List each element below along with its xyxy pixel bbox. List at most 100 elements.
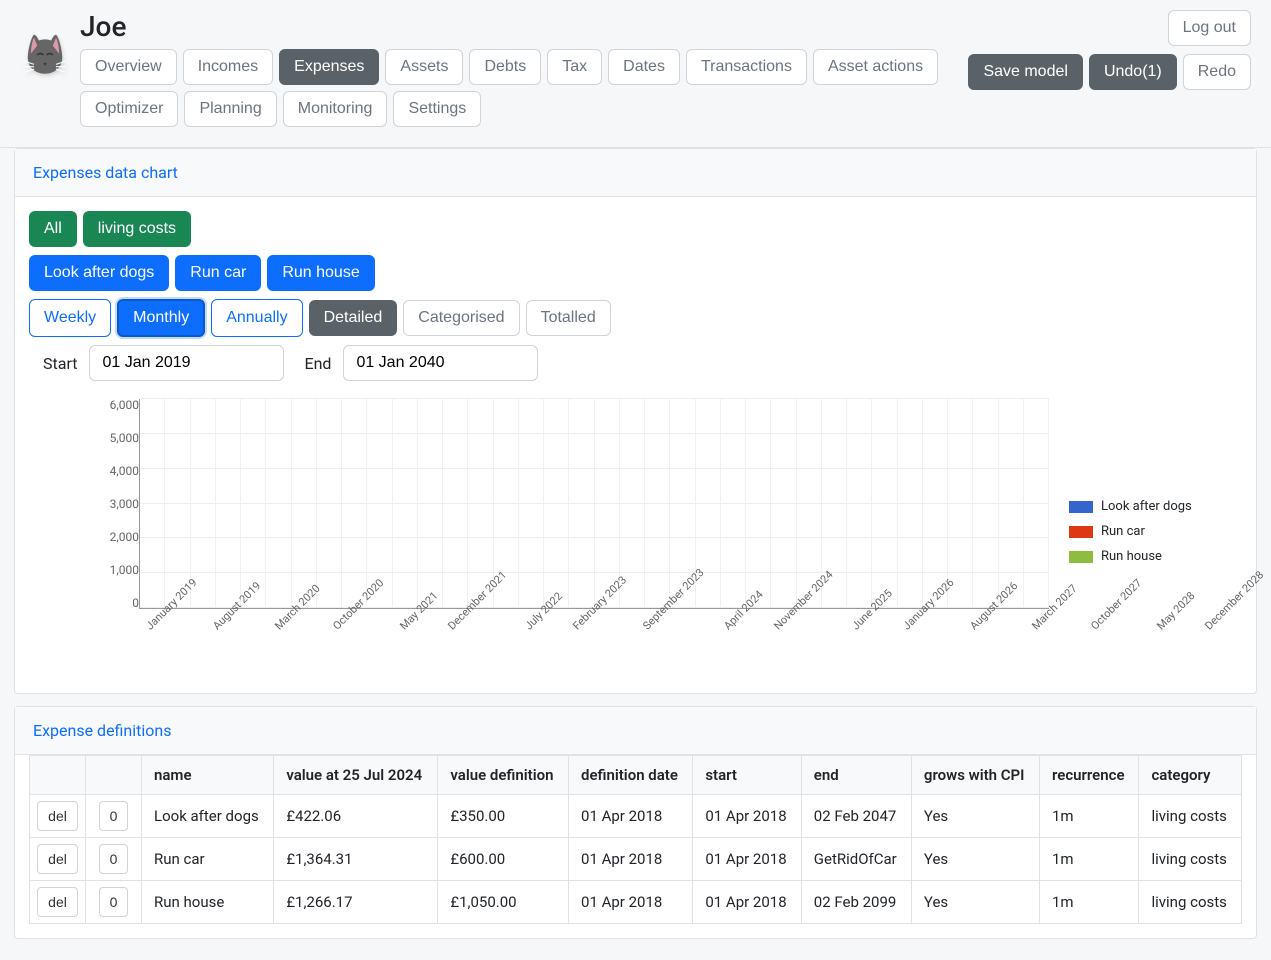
granularity-weekly[interactable]: Weekly bbox=[29, 299, 111, 337]
table-header-cell: end bbox=[801, 756, 911, 795]
table-cell-start: 01 Apr 2018 bbox=[693, 795, 801, 838]
filter-living-costs[interactable]: living costs bbox=[83, 211, 191, 247]
view-categorised[interactable]: Categorised bbox=[403, 300, 519, 336]
definitions-panel-title-link[interactable]: Expense definitions bbox=[33, 721, 172, 740]
table-cell-valdef: £600.00 bbox=[438, 838, 569, 881]
table-cell-name: Run car bbox=[142, 838, 274, 881]
nav-asset-actions[interactable]: Asset actions bbox=[813, 49, 938, 85]
delete-button[interactable]: del bbox=[37, 844, 78, 874]
nav-settings[interactable]: Settings bbox=[393, 91, 481, 127]
table-cell-valdef: £350.00 bbox=[438, 795, 569, 838]
table-header-cell: definition date bbox=[569, 756, 693, 795]
nav-expenses[interactable]: Expenses bbox=[279, 49, 379, 85]
legend: Look after dogs Run car Run house bbox=[1049, 399, 1192, 609]
series-filter-look-after-dogs[interactable]: Look after dogs bbox=[29, 255, 169, 291]
filter-all[interactable]: All bbox=[29, 211, 77, 247]
chart-panel-header: Expenses data chart bbox=[15, 149, 1256, 197]
plot-area bbox=[139, 399, 1049, 609]
table-cell-value: £1,266.17 bbox=[274, 881, 438, 924]
table-cell-defdate: 01 Apr 2018 bbox=[569, 881, 693, 924]
granularity-view-row: WeeklyMonthlyAnnually DetailedCategorise… bbox=[29, 299, 1242, 337]
table-cell-rec: 1m bbox=[1040, 881, 1139, 924]
table-cell-start: 01 Apr 2018 bbox=[693, 881, 801, 924]
zero-button[interactable]: 0 bbox=[99, 801, 129, 831]
legend-item: Run car bbox=[1069, 524, 1192, 539]
nav-optimizer[interactable]: Optimizer bbox=[80, 91, 178, 127]
y-tick: 1,000 bbox=[110, 564, 139, 576]
redo-button[interactable]: Redo bbox=[1183, 54, 1251, 90]
granularity-monthly[interactable]: Monthly bbox=[117, 299, 205, 337]
logout-button[interactable]: Log out bbox=[1168, 10, 1251, 46]
table-cell-cpi: Yes bbox=[911, 795, 1039, 838]
y-tick: 3,000 bbox=[110, 498, 139, 510]
nav-debts[interactable]: Debts bbox=[469, 49, 541, 85]
legend-label: Run car bbox=[1101, 524, 1145, 539]
table-cell-valdef: £1,050.00 bbox=[438, 881, 569, 924]
definitions-table-wrap: namevalue at 25 Jul 2024value definition… bbox=[15, 755, 1256, 938]
nav-incomes[interactable]: Incomes bbox=[183, 49, 273, 85]
table-cell-defdate: 01 Apr 2018 bbox=[569, 838, 693, 881]
table-cell-cat: living costs bbox=[1139, 795, 1242, 838]
y-tick: 0 bbox=[132, 597, 139, 609]
definitions-table: namevalue at 25 Jul 2024value definition… bbox=[29, 755, 1242, 924]
granularity-annually[interactable]: Annually bbox=[211, 299, 302, 337]
save-model-button[interactable]: Save model bbox=[968, 54, 1083, 90]
table-row: del0Run car£1,364.31£600.0001 Apr 201801… bbox=[30, 838, 1242, 881]
table-cell-rec: 1m bbox=[1040, 795, 1139, 838]
chart-panel-title-link[interactable]: Expenses data chart bbox=[33, 163, 178, 182]
table-cell-end: 02 Feb 2047 bbox=[801, 795, 911, 838]
table-cell-defdate: 01 Apr 2018 bbox=[569, 795, 693, 838]
y-tick: 5,000 bbox=[110, 432, 139, 444]
nav-monitoring[interactable]: Monitoring bbox=[283, 91, 388, 127]
legend-label: Look after dogs bbox=[1101, 499, 1192, 514]
start-label: Start bbox=[43, 354, 77, 373]
definitions-panel: Expense definitions namevalue at 25 Jul … bbox=[14, 706, 1257, 939]
definitions-panel-header: Expense definitions bbox=[15, 707, 1256, 755]
topbar: Joe OverviewIncomesExpensesAssetsDebtsTa… bbox=[0, 0, 1271, 148]
end-date-input[interactable] bbox=[343, 345, 538, 381]
zero-button[interactable]: 0 bbox=[99, 844, 129, 874]
table-cell-name: Look after dogs bbox=[142, 795, 274, 838]
zero-button[interactable]: 0 bbox=[99, 887, 129, 917]
app-title: Joe bbox=[80, 10, 958, 43]
app-logo bbox=[20, 30, 70, 80]
title-and-nav: Joe OverviewIncomesExpensesAssetsDebtsTa… bbox=[80, 10, 958, 133]
table-cell-value: £422.06 bbox=[274, 795, 438, 838]
table-header-cell: recurrence bbox=[1040, 756, 1139, 795]
category-filter-row: All living costs bbox=[29, 211, 1242, 247]
table-cell-name: Run house bbox=[142, 881, 274, 924]
nav-assets[interactable]: Assets bbox=[385, 49, 463, 85]
start-date-input[interactable] bbox=[89, 345, 284, 381]
date-range-row: Start End bbox=[29, 345, 1242, 381]
series-filter-run-house[interactable]: Run house bbox=[267, 255, 374, 291]
y-axis: 6,0005,0004,0003,0002,0001,0000 bbox=[89, 399, 139, 609]
view-detailed[interactable]: Detailed bbox=[309, 300, 398, 336]
table-header-cell: name bbox=[142, 756, 274, 795]
table-cell-end: 02 Feb 2099 bbox=[801, 881, 911, 924]
view-totalled[interactable]: Totalled bbox=[526, 300, 611, 336]
legend-label: Run house bbox=[1101, 549, 1162, 564]
undo-button[interactable]: Undo(1) bbox=[1089, 54, 1177, 90]
nav-tax[interactable]: Tax bbox=[547, 49, 602, 85]
nav-planning[interactable]: Planning bbox=[184, 91, 276, 127]
legend-item: Run house bbox=[1069, 549, 1192, 564]
y-tick: 4,000 bbox=[110, 465, 139, 477]
series-filter-run-car[interactable]: Run car bbox=[175, 255, 261, 291]
table-header-cell: grows with CPI bbox=[911, 756, 1039, 795]
table-cell-start: 01 Apr 2018 bbox=[693, 838, 801, 881]
delete-button[interactable]: del bbox=[37, 801, 78, 831]
table-cell-cat: living costs bbox=[1139, 881, 1242, 924]
nav-row-primary: OverviewIncomesExpensesAssetsDebtsTaxDat… bbox=[80, 49, 958, 85]
table-row: del0Look after dogs£422.06£350.0001 Apr … bbox=[30, 795, 1242, 838]
table-cell-cpi: Yes bbox=[911, 881, 1039, 924]
nav-overview[interactable]: Overview bbox=[80, 49, 177, 85]
x-axis: January 2019August 2019March 2020October… bbox=[139, 619, 1049, 679]
legend-swatch bbox=[1069, 501, 1093, 513]
nav-dates[interactable]: Dates bbox=[608, 49, 680, 85]
delete-button[interactable]: del bbox=[37, 887, 78, 917]
series-filter-row: Look after dogsRun carRun house bbox=[29, 255, 1242, 291]
nav-transactions[interactable]: Transactions bbox=[686, 49, 807, 85]
legend-swatch bbox=[1069, 526, 1093, 538]
chart-panel: Expenses data chart All living costs Loo… bbox=[14, 148, 1257, 694]
table-header-cell: value at 25 Jul 2024 bbox=[274, 756, 438, 795]
